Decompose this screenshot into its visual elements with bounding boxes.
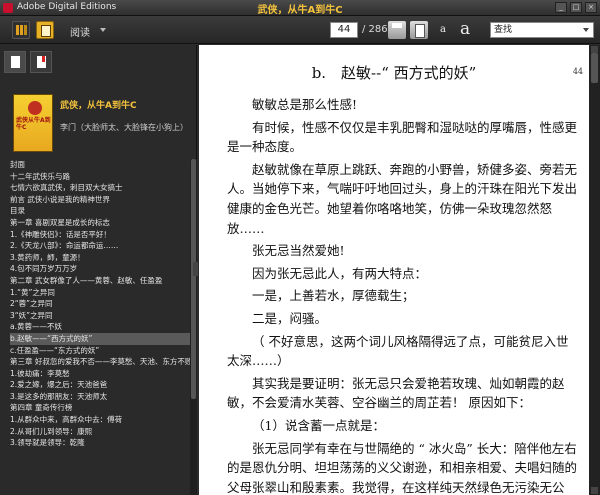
- cover-figure-icon: [28, 101, 42, 115]
- chevron-down-icon[interactable]: [100, 28, 106, 32]
- reading-page: 44 b. 赵敏--“ 西方式的妖” 敏敏总是那么性感! 有时候，性感不仅仅是丰乳…: [199, 45, 589, 495]
- print-icon[interactable]: [388, 21, 406, 39]
- chapter-title: b. 赵敏--“ 西方式的妖”: [311, 64, 477, 82]
- font-large-label: a: [460, 19, 471, 39]
- scroll-up-arrow[interactable]: [591, 46, 598, 53]
- paragraph: 有时候，性感不仅仅是丰乳肥臀和湿哒哒的厚嘴唇，性感更是一种态度。: [227, 119, 578, 155]
- tab-bookmarks-icon[interactable]: [30, 51, 52, 73]
- toc-item[interactable]: 第三章 好叔忽的爱我不否——李莫愁、天池、东方不败: [10, 356, 192, 368]
- paragraph: 因为张无忌此人，有两大特点：: [252, 265, 428, 281]
- toc-item[interactable]: 3.黄药师，師，童源！: [10, 252, 192, 264]
- toc-item[interactable]: 第四章 童奇传行榜: [10, 402, 192, 414]
- page-number-input[interactable]: 44: [330, 22, 358, 38]
- toc-item[interactable]: 第一章 喜剧双星是成长的标志: [10, 217, 192, 229]
- paragraph: 敏敏总是那么性感!: [252, 97, 358, 112]
- window-controls: _ □ ×: [555, 2, 597, 13]
- reading-view-icon[interactable]: [36, 21, 54, 39]
- toc-item[interactable]: 第二章 武女群像了人——黄蓉、赵敏、任盈盈: [10, 275, 192, 287]
- paragraph: （1）说含蓄一点就是：: [252, 417, 385, 433]
- sidebar: 武侠从牛A到牛C 武侠，从牛A到牛C 李门（大脸师太、大脸锋在小狗上） 封面 十二…: [0, 45, 197, 495]
- book-author: 李门（大脸师太、大脸锋在小狗上）: [60, 123, 188, 132]
- toc-item[interactable]: 2.《天龙八部》：命运都命运……: [10, 240, 192, 252]
- toc-item[interactable]: 七情六欲真武侠，刺目双大女搞士: [10, 182, 192, 194]
- sidebar-tabs: [4, 51, 52, 73]
- book-title: 武侠，从牛A到牛C: [60, 101, 137, 111]
- tab-contents-icon[interactable]: [4, 51, 26, 73]
- search-input[interactable]: 查找: [490, 22, 594, 38]
- increase-font-button[interactable]: a: [460, 19, 470, 39]
- minimize-button[interactable]: _: [555, 2, 567, 13]
- toc-item[interactable]: 目录: [10, 205, 192, 217]
- title-bar: Adobe Digital Editions 武侠，从牛A到牛C _ □ ×: [0, 0, 600, 16]
- library-view-icon[interactable]: [12, 21, 30, 39]
- close-button[interactable]: ×: [585, 2, 597, 13]
- window-book-title: 武侠，从牛A到牛C: [257, 5, 343, 16]
- maximize-button[interactable]: □: [570, 2, 582, 13]
- toc-item[interactable]: 前言 武侠小说是我的精神世界: [10, 194, 192, 206]
- cover-text: 武侠从牛A到牛C: [16, 117, 51, 131]
- sidebar-scrollbar[interactable]: [190, 159, 197, 495]
- search-placeholder: 查找: [494, 25, 513, 35]
- paragraph: （ 不好意思，这两个词儿风格隔得远了点，可能贫尼入世太深……）: [227, 333, 569, 369]
- scroll-down-arrow[interactable]: [591, 487, 598, 494]
- paragraph: 二是，闷骚。: [252, 310, 328, 326]
- book-cover: 武侠从牛A到牛C: [13, 94, 53, 152]
- toc-item[interactable]: c.任盈盈——“东方式的妖”: [10, 345, 192, 357]
- paragraph: 张无忌同学有幸在与世隔绝的 “ 冰火岛” 长大：陪伴他左右的是恩仇分明、坦坦荡荡…: [227, 440, 578, 495]
- toc-item[interactable]: 4.包不同万岁万万岁: [10, 263, 192, 275]
- page-total: / 286: [362, 24, 388, 35]
- toc-item[interactable]: 3.领导就是领导：乾隆: [10, 437, 192, 449]
- search-dropdown-icon[interactable]: [583, 28, 589, 32]
- sidebar-scroll-thumb[interactable]: [191, 159, 196, 399]
- decrease-font-button[interactable]: a: [440, 24, 446, 35]
- page-scrollbar[interactable]: [589, 45, 600, 495]
- page-scroll-thumb[interactable]: [591, 53, 598, 83]
- toc-item[interactable]: b.赵敏——“西方式的妖”: [10, 332, 192, 345]
- paragraph: 其实我是要证明：张无忌只会爱艳若玫瑰、灿如朝霞的赵敏，不会爱清水芙蓉、空谷幽兰的…: [227, 375, 565, 411]
- toc-item[interactable]: 3“妖”之异同: [10, 310, 192, 322]
- paragraph: 张无忌当然爱她!: [252, 243, 345, 259]
- view-mode-dropdown[interactable]: 阅读: [70, 24, 90, 39]
- toc-item[interactable]: 1.从群众中来，高群众中去：傅荷: [10, 414, 192, 426]
- fit-page-icon[interactable]: [410, 21, 428, 39]
- paragraph: 一是，上善若水，厚德载生；: [252, 288, 415, 304]
- toc-item[interactable]: 1.彼劫痛：李莫愁: [10, 368, 192, 380]
- font-small-label: a: [440, 24, 446, 35]
- table-of-contents: 封面 十二年武侠乐与路 七情六欲真武侠，刺目双大女搞士 前言 武侠小说是我的精神世界目…: [10, 159, 192, 449]
- paragraph: 赵敏就像在草原上跳跃、奔跑的小野兽，矫健多姿、旁若无人。当她停下来，气喘吁吁地回…: [227, 161, 578, 236]
- toc-item[interactable]: 2“蓉”之异同: [10, 298, 192, 310]
- toc-item[interactable]: 1.《神雕侠侣》：话是否平好！: [10, 229, 192, 241]
- toc-item[interactable]: 2.爱之嫁，爆之后：天池爸爸: [10, 379, 192, 391]
- toolbar: 阅读 44 / 286 a a 查找: [0, 16, 600, 44]
- toc-item[interactable]: a.黄蓉——不妖: [10, 321, 192, 333]
- toc-item[interactable]: 3.是这多的那朋友：天池师太: [10, 391, 192, 403]
- toc-item[interactable]: 2.从哥们儿到领导：康熙: [10, 426, 192, 438]
- toc-item[interactable]: 封面: [10, 159, 192, 171]
- toc-item[interactable]: 1.“黄”之异同: [10, 287, 192, 299]
- collapse-sidebar-handle[interactable]: [193, 262, 198, 276]
- body-text: 敏敏总是那么性感! 有时候，性感不仅仅是丰乳肥臀和湿哒哒的厚嘴唇，性感更是一种态度…: [227, 95, 579, 495]
- toc-item[interactable]: 十二年武侠乐与路: [10, 171, 192, 183]
